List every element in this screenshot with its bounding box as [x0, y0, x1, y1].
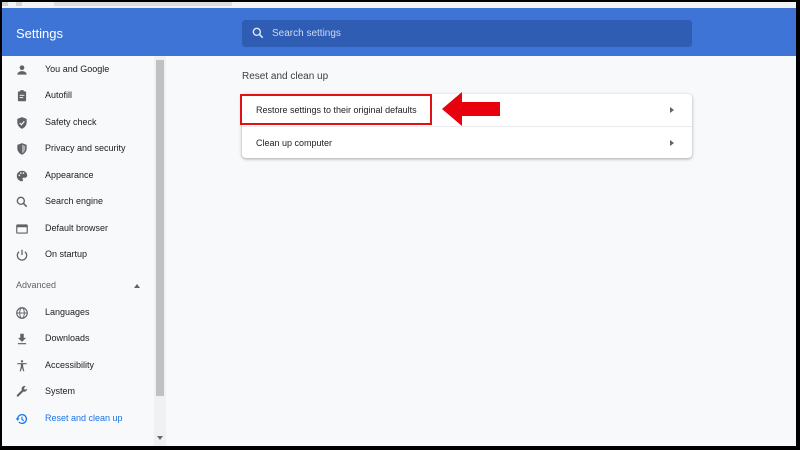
wrench-icon [16, 385, 28, 397]
scroll-down-arrow-icon[interactable] [157, 436, 163, 440]
sidebar-item-label: Appearance [45, 170, 94, 180]
sidebar-item-label: Default browser [45, 223, 109, 233]
sidebar-item-label: Search engine [45, 196, 104, 206]
person-icon [17, 65, 27, 75]
sidebar-item-you-and-google[interactable]: You and Google [2, 57, 154, 83]
sidebar-item-default-browser[interactable]: Default browser [2, 216, 154, 242]
section-title: Reset and clean up [242, 71, 329, 82]
sidebar-item-label: Reset and clean up [45, 413, 123, 423]
power-icon [16, 249, 28, 261]
settings-window: Settings You and Google Autofill Safety … [2, 2, 796, 446]
sidebar-item-system[interactable]: System [2, 379, 154, 405]
row-label: Clean up computer [256, 138, 333, 148]
sidebar-item-label: Downloads [45, 333, 90, 343]
sidebar-item-label: You and Google [45, 64, 110, 74]
sidebar-item-search-engine[interactable]: Search engine [2, 189, 154, 215]
browser-icon [16, 224, 28, 234]
palette-icon [16, 170, 28, 182]
sidebar-item-label: Autofill [45, 90, 73, 100]
sidebar-item-downloads[interactable]: Downloads [2, 326, 154, 352]
sidebar-item-safety-check[interactable]: Safety check [2, 110, 154, 136]
annotation-arrow-icon [442, 92, 500, 126]
sidebar-item-label: System [45, 386, 76, 396]
sidebar-item-label: Accessibility [45, 360, 95, 370]
sidebar-item-autofill[interactable]: Autofill [2, 83, 154, 109]
annotation-highlight-box [240, 94, 432, 125]
sidebar-item-privacy-and-security[interactable]: Privacy and security [2, 136, 154, 162]
shield-icon [17, 143, 27, 155]
search-icon [252, 27, 264, 39]
sidebar-item-label: On startup [45, 249, 88, 259]
sidebar-item-languages[interactable]: Languages [2, 300, 154, 326]
globe-icon [16, 307, 28, 319]
settings-header: Settings [2, 8, 796, 56]
shield-check-icon [17, 117, 27, 129]
sidebar-item-on-startup[interactable]: On startup [2, 242, 154, 268]
chevron-right-icon [670, 107, 674, 113]
page-title: Settings [16, 26, 63, 41]
sidebar-item-label: Languages [45, 307, 90, 317]
download-icon [17, 333, 27, 345]
sidebar: You and Google Autofill Safety check Pri… [2, 56, 166, 446]
sidebar-item-label: Privacy and security [45, 143, 126, 153]
restore-icon [15, 413, 28, 425]
chevron-right-icon [670, 140, 674, 146]
advanced-toggle[interactable]: Advanced [16, 280, 56, 290]
sidebar-scrollbar-thumb[interactable] [156, 60, 164, 396]
sidebar-item-reset-and-clean-up[interactable]: Reset and clean up [2, 406, 154, 432]
search-box[interactable] [242, 20, 692, 47]
sidebar-item-appearance[interactable]: Appearance [2, 163, 154, 189]
chevron-up-icon[interactable] [134, 284, 140, 288]
clipboard-icon [17, 90, 27, 102]
search-icon [16, 196, 28, 208]
main-content: Reset and clean up Restore settings to t… [166, 56, 796, 446]
sidebar-item-label: Safety check [45, 117, 97, 127]
accessibility-icon [17, 360, 27, 372]
sidebar-item-accessibility[interactable]: Accessibility [2, 353, 154, 379]
search-input[interactable] [272, 20, 682, 47]
clean-up-computer-row[interactable]: Clean up computer [242, 126, 692, 158]
